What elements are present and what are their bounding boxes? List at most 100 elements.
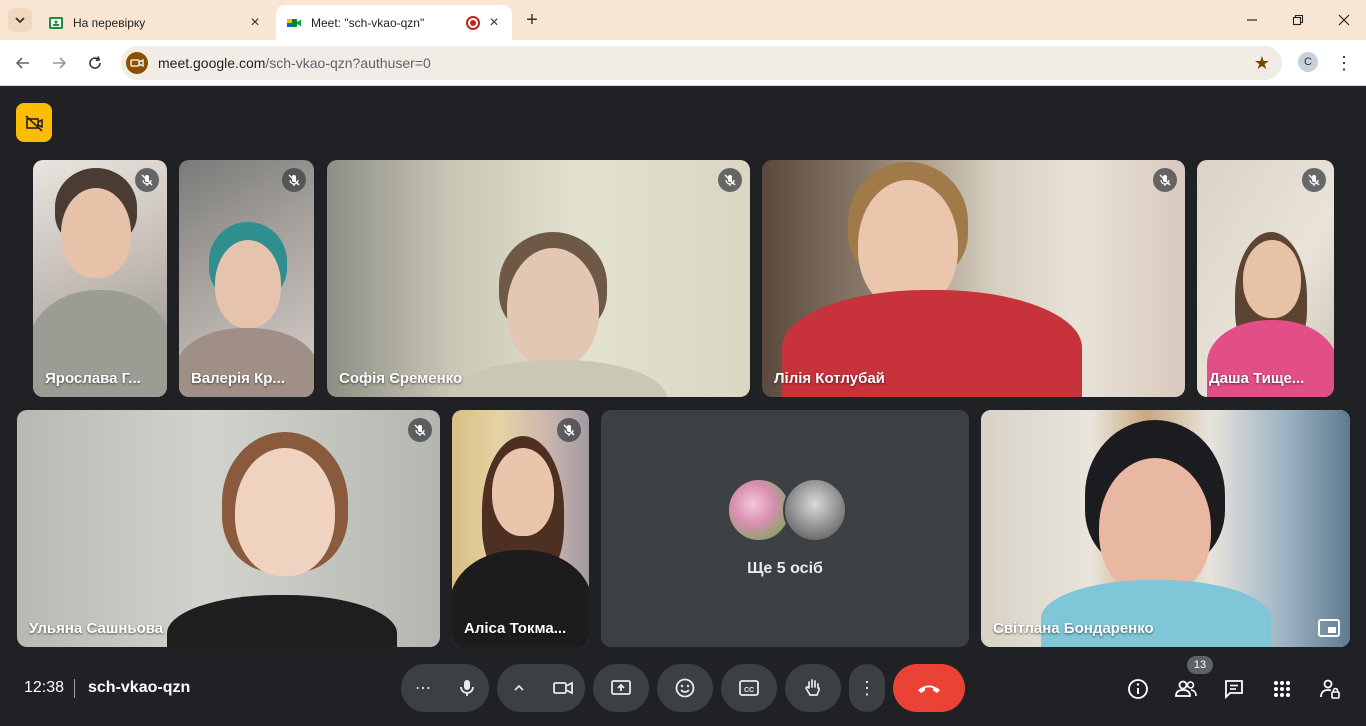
participant-name: Ульяна Сашньова [29, 620, 164, 637]
people-button[interactable] [1168, 671, 1204, 707]
restore-button[interactable] [1278, 6, 1318, 34]
chevron-down-icon [15, 17, 25, 24]
audio-control-group: ⋯ [401, 664, 489, 712]
chat-icon [1225, 680, 1243, 700]
people-icon [1175, 680, 1197, 697]
participant-tile[interactable]: Ярослава Г... [33, 160, 167, 397]
recording-icon [466, 15, 480, 30]
arrow-right-icon [53, 57, 67, 69]
end-call-icon [918, 685, 940, 693]
restore-icon [1292, 14, 1304, 26]
leave-call-button[interactable] [893, 664, 965, 712]
reactions-button[interactable] [657, 664, 713, 712]
divider [74, 679, 75, 698]
participant-name: Лілія Котлубай [774, 370, 885, 387]
classroom-icon [49, 16, 63, 29]
close-icon[interactable]: × [247, 14, 263, 31]
meeting-details-button[interactable] [1120, 671, 1156, 707]
tab-search-button[interactable] [8, 8, 32, 32]
url-text: meet.google.com/sch-vkao-qzn?authuser=0 [158, 55, 431, 71]
participant-tile[interactable]: Софія Єременко [327, 160, 750, 397]
participant-name: Софія Єременко [339, 370, 463, 387]
present-screen-button[interactable] [593, 664, 649, 712]
meeting-time: 12:38 [24, 679, 65, 696]
more-participants-label: Ще 5 осіб [747, 560, 823, 577]
meet-stage: Ярослава Г... Валерія Кр... Софія Єремен… [0, 87, 1366, 726]
more-vert-icon: ⋮ [858, 677, 876, 698]
participant-tile[interactable]: Валерія Кр... [179, 160, 314, 397]
picture-in-picture-icon[interactable] [1318, 619, 1340, 637]
muted-mic-icon [282, 168, 306, 192]
video-control-group [497, 664, 585, 712]
site-camera-icon[interactable] [126, 52, 148, 74]
emoji-icon [675, 678, 695, 698]
video-options-button[interactable] [497, 682, 541, 694]
mic-icon [460, 680, 474, 696]
host-controls-button[interactable] [1312, 671, 1348, 707]
browser-menu-button[interactable]: ⋮ [1334, 51, 1354, 75]
avatar [727, 478, 791, 542]
address-bar[interactable]: meet.google.com/sch-vkao-qzn?authuser=0 … [121, 46, 1282, 80]
minimize-button[interactable] [1232, 6, 1272, 34]
minimize-icon [1247, 19, 1257, 21]
muted-mic-icon [135, 168, 159, 192]
browser-toolbar: meet.google.com/sch-vkao-qzn?authuser=0 … [0, 40, 1366, 86]
tab-classroom[interactable]: На перевірку × [38, 5, 273, 40]
participant-tile[interactable]: Аліса Токма... [452, 410, 589, 647]
activities-button[interactable] [1264, 671, 1300, 707]
participant-tile[interactable]: Лілія Котлубай [762, 160, 1185, 397]
chat-button[interactable] [1216, 671, 1252, 707]
captions-icon: CC [739, 680, 759, 696]
present-screen-icon [611, 680, 631, 695]
new-tab-button[interactable]: + [520, 8, 544, 32]
lock-person-icon [1320, 679, 1340, 699]
avatar [783, 478, 847, 542]
muted-mic-icon [1153, 168, 1177, 192]
profile-avatar[interactable]: C [1298, 52, 1318, 72]
grid-apps-icon [1274, 681, 1290, 697]
participant-name: Ярослава Г... [45, 370, 141, 387]
forward-button[interactable] [46, 50, 72, 76]
participant-name: Даша Тище... [1209, 370, 1305, 387]
camera-button[interactable] [541, 678, 585, 698]
audio-options-button[interactable]: ⋯ [401, 678, 445, 698]
meeting-controls-bar: 12:38 sch-vkao-qzn ⋯ CC ⋮ 13 [0, 656, 1366, 726]
more-participants-tile[interactable]: Ще 5 осіб [601, 410, 969, 647]
participant-tile[interactable]: Даша Тище... [1197, 160, 1334, 397]
raise-hand-button[interactable] [785, 664, 841, 712]
hand-icon [805, 679, 820, 696]
camera-icon [553, 681, 573, 695]
tab-title: Meet: "sch-vkao-qzn" [311, 15, 425, 30]
more-participants-avatars [725, 478, 849, 542]
more-options-button[interactable]: ⋮ [849, 664, 885, 712]
browser-tab-bar: На перевірку × Meet: "sch-vkao-qzn" × + [0, 0, 1366, 40]
meeting-code: sch-vkao-qzn [88, 679, 191, 696]
close-icon[interactable]: × [486, 14, 502, 31]
chevron-up-icon [514, 684, 524, 691]
participant-name: Світлана Бондаренко [993, 620, 1154, 637]
info-icon [1128, 679, 1148, 699]
reload-button[interactable] [82, 50, 108, 76]
muted-mic-icon [718, 168, 742, 192]
arrow-left-icon [15, 57, 29, 69]
participant-name: Аліса Токма... [464, 620, 567, 637]
close-icon [1338, 14, 1350, 26]
microphone-button[interactable] [445, 678, 489, 698]
meet-icon [287, 18, 301, 27]
tab-meet[interactable]: Meet: "sch-vkao-qzn" × [276, 5, 512, 40]
participant-tile-speaking[interactable]: Світлана Бондаренко [981, 410, 1350, 647]
close-window-button[interactable] [1324, 6, 1364, 34]
back-button[interactable] [10, 50, 36, 76]
captions-button[interactable]: CC [721, 664, 777, 712]
muted-mic-icon [408, 418, 432, 442]
svg-text:CC: CC [744, 687, 754, 694]
recording-indicator-icon [25, 114, 43, 132]
muted-mic-icon [1302, 168, 1326, 192]
reload-icon [89, 56, 101, 69]
bookmark-star-icon[interactable]: ★ [1254, 53, 1270, 74]
muted-mic-icon [557, 418, 581, 442]
tab-title: На перевірку [73, 15, 146, 30]
participant-name: Валерія Кр... [191, 370, 285, 387]
recording-badge[interactable] [16, 103, 52, 142]
participant-tile[interactable]: Ульяна Сашньова [17, 410, 440, 647]
